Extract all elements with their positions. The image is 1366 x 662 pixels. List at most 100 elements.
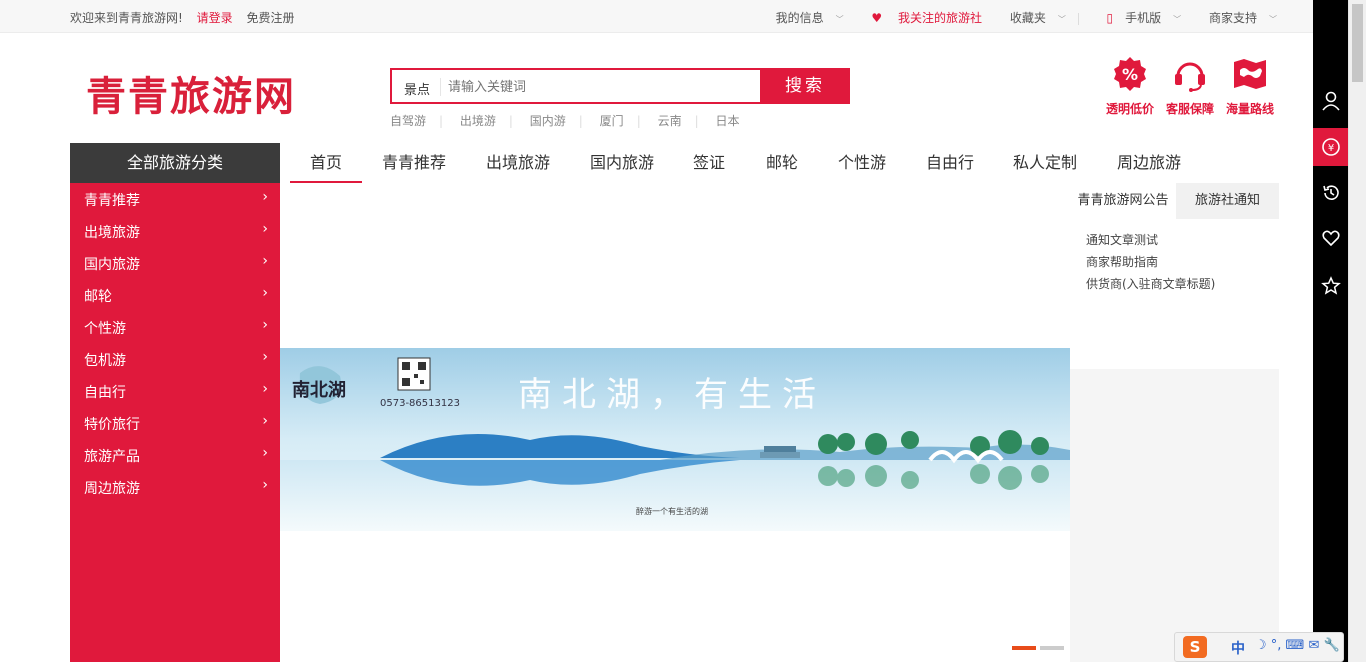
chevron-down-icon: ﹀	[1057, 15, 1066, 24]
nav-item-outbound[interactable]: 出境旅游	[486, 143, 550, 183]
sogou-logo-icon[interactable]: S	[1183, 636, 1207, 658]
nav-item-domestic[interactable]: 国内旅游	[590, 143, 654, 183]
heart-icon	[1321, 230, 1340, 247]
nav-item-visa[interactable]: 签证	[693, 143, 725, 183]
category-item[interactable]: 个性游 ›	[70, 311, 280, 343]
banner-carousel: 南北湖 0573-86513123 南北湖，有生活 醉游一个有生活的湖	[280, 183, 1070, 662]
search-input[interactable]	[448, 76, 748, 98]
page-scrollbar[interactable]	[1348, 0, 1366, 662]
chevron-right-icon: ›	[262, 285, 268, 301]
category-item[interactable]: 周边旅游 ›	[70, 471, 280, 503]
notice-item[interactable]: 商家帮助指南	[1086, 253, 1215, 275]
notice-panel-footer	[1070, 369, 1279, 662]
search-button[interactable]: 搜索	[760, 68, 850, 104]
headset-icon	[1175, 62, 1205, 92]
category-item[interactable]: 邮轮 ›	[70, 279, 280, 311]
favorites-button[interactable]	[1313, 219, 1348, 257]
user-button[interactable]	[1313, 82, 1348, 120]
my-info-menu[interactable]: 我的信息 ﹀	[764, 11, 844, 25]
promo-transparent-price[interactable]: % 透明低价	[1102, 56, 1158, 117]
chevron-right-icon: ›	[262, 413, 268, 429]
register-link[interactable]: 免费注册	[246, 11, 294, 25]
promo-label: 客服保障	[1165, 102, 1214, 116]
page: 欢迎来到青青旅游网! 请登录 免费注册 我的信息 ﹀ ♥ 我关注的旅游社 收藏夹 ﹀…	[0, 0, 1313, 662]
chevron-right-icon: ›	[262, 381, 268, 397]
category-item[interactable]: 自由行 ›	[70, 375, 280, 407]
banner-slide[interactable]: 南北湖 0573-86513123 南北湖，有生活 醉游一个有生活的湖	[280, 348, 1070, 531]
divider	[1077, 12, 1079, 25]
hotword-link[interactable]: 自驾游	[390, 114, 426, 128]
ime-language-toggle[interactable]: 中	[1231, 638, 1245, 658]
search-scope-select[interactable]: 景点	[404, 79, 430, 98]
phone-icon: ▯	[1106, 11, 1114, 25]
favorites-menu[interactable]: 收藏夹 ﹀	[998, 11, 1066, 25]
nav-item-nearby[interactable]: 周边旅游	[1117, 143, 1181, 183]
tab-site-announcements[interactable]: 青青旅游网公告	[1070, 183, 1176, 219]
category-sidebar: 青青推荐 › 出境旅游 › 国内旅游 › 邮轮 › 个性游 › 包机游 › 自由行 › 特价旅…	[70, 183, 280, 662]
ime-toolbar: S 中 ☽ °, ⌨ ✉ 🔧	[1174, 632, 1344, 662]
category-item[interactable]: 出境旅游 ›	[70, 215, 280, 247]
chevron-right-icon: ›	[262, 253, 268, 269]
category-item[interactable]: 包机游 ›	[70, 343, 280, 375]
category-item[interactable]: 国内旅游 ›	[70, 247, 280, 279]
nav-item-recommended[interactable]: 青青推荐	[382, 143, 446, 183]
chevron-down-icon: ﹀	[835, 15, 844, 24]
site-logo[interactable]: 青青旅游网	[86, 64, 296, 122]
promo-label: 透明低价	[1105, 102, 1154, 116]
nav-item-cruise[interactable]: 邮轮	[766, 143, 798, 183]
chevron-down-icon: ﹀	[1173, 15, 1182, 24]
tab-agency-notices[interactable]: 旅游社通知	[1176, 183, 1279, 219]
login-link[interactable]: 请登录	[197, 11, 233, 25]
notice-item[interactable]: 供货商(入驻商文章标题)	[1086, 275, 1215, 297]
collect-button[interactable]	[1313, 267, 1348, 305]
notice-panel: 青青旅游网公告 旅游社通知 通知文章测试 商家帮助指南 供货商(入驻商文章标题)	[1070, 183, 1279, 369]
carousel-dots	[1012, 635, 1068, 654]
user-icon	[1321, 91, 1340, 111]
ime-tool-icons[interactable]: ☽ °, ⌨ ✉ 🔧	[1255, 638, 1340, 653]
heart-icon: ♥	[871, 11, 883, 25]
banner-image: 南北湖 0573-86513123 南北湖，有生活 醉游一个有生活的湖	[280, 348, 1070, 531]
hotword-link[interactable]: 日本	[715, 114, 739, 128]
nav-item-custom[interactable]: 私人定制	[1013, 143, 1077, 183]
chevron-down-icon: ﹀	[1269, 15, 1277, 24]
nav-item-personal[interactable]: 个性游	[838, 143, 886, 183]
history-icon	[1322, 185, 1339, 200]
nav-item-free-travel[interactable]: 自由行	[926, 143, 974, 183]
chevron-right-icon: ›	[262, 445, 268, 461]
promo-service-guarantee[interactable]: 客服保障	[1162, 56, 1218, 117]
notice-item[interactable]: 通知文章测试	[1086, 231, 1215, 253]
service-promos: % 透明低价 客服保障 海量路线	[1102, 56, 1282, 118]
svg-text:¥: ¥	[1327, 143, 1333, 154]
top-bar: 欢迎来到青青旅游网! 请登录 免费注册 我的信息 ﹀ ♥ 我关注的旅游社 收藏夹 ﹀…	[0, 0, 1313, 33]
category-item[interactable]: 旅游产品 ›	[70, 439, 280, 471]
main-nav: 首页 青青推荐 出境旅游 国内旅游 签证 邮轮 个性游 自由行 私人定制 周边旅…	[290, 143, 1290, 183]
mobile-menu[interactable]: ▯ 手机版 ﹀	[1095, 11, 1182, 25]
chevron-right-icon: ›	[262, 317, 268, 333]
carousel-dot-active[interactable]	[1012, 646, 1036, 650]
map-icon	[1234, 59, 1266, 89]
all-categories-header[interactable]: 全部旅游分类	[70, 143, 280, 183]
promo-many-routes[interactable]: 海量路线	[1222, 56, 1278, 117]
welcome-text: 欢迎来到青青旅游网!	[70, 11, 183, 25]
hotword-link[interactable]: 厦门	[600, 114, 624, 128]
coupon-icon: ¥	[1321, 138, 1340, 156]
chevron-right-icon: ›	[262, 189, 268, 205]
followed-agencies-link[interactable]: ♥ 我关注的旅游社	[859, 11, 982, 25]
carousel-dot[interactable]	[1040, 646, 1064, 650]
coupon-button[interactable]: ¥	[1313, 128, 1348, 166]
category-item[interactable]: 特价旅行 ›	[70, 407, 280, 439]
chevron-right-icon: ›	[262, 477, 268, 493]
chevron-right-icon: ›	[262, 221, 268, 237]
merchant-support-menu[interactable]: 商家支持 ﹀	[1197, 11, 1277, 25]
hot-keywords: 自驾游 | 出境游 | 国内游 | 厦门 | 云南 | 日本	[390, 114, 740, 128]
scrollbar-thumb[interactable]	[1352, 4, 1363, 82]
percent-badge-icon: %	[1114, 57, 1146, 91]
hotword-link[interactable]: 国内游	[530, 114, 566, 128]
hotword-link[interactable]: 出境游	[460, 114, 496, 128]
svg-text:%: %	[1122, 65, 1138, 84]
nav-item-home[interactable]: 首页	[290, 143, 362, 183]
history-button[interactable]	[1313, 174, 1348, 212]
search-box: 景点 搜索	[390, 68, 850, 104]
category-item[interactable]: 青青推荐 ›	[70, 183, 280, 215]
hotword-link[interactable]: 云南	[658, 114, 682, 128]
